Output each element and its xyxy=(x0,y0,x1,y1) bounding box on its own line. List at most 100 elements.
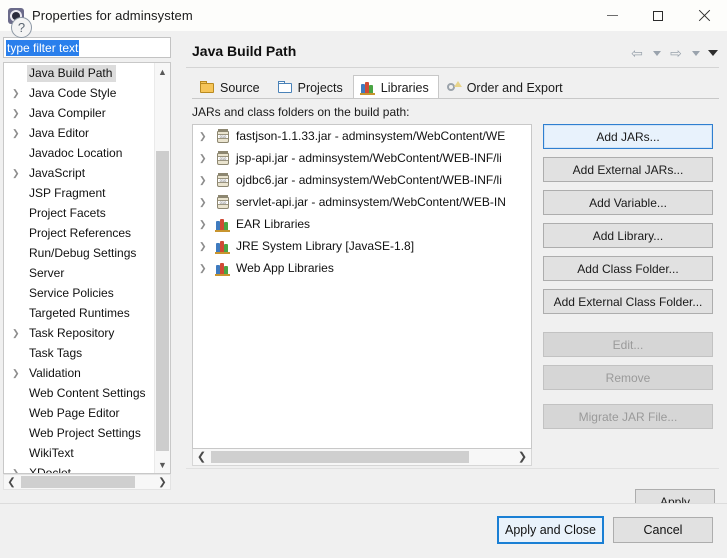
list-item-label: Web App Libraries xyxy=(236,261,334,275)
library-books-icon xyxy=(215,238,231,254)
tab-order-and-export[interactable]: Order and Export xyxy=(439,75,573,99)
panel-menu-chevron-down-icon[interactable] xyxy=(706,44,719,62)
sidebar-item-label: Java Code Style xyxy=(29,85,117,100)
sidebar-horizontal-scrollbar[interactable]: ❮ ❯ xyxy=(3,474,171,490)
chevron-right-icon[interactable]: ❯ xyxy=(199,175,215,186)
chevron-right-icon[interactable]: ❯ xyxy=(12,363,27,383)
sidebar-item-project-facets[interactable]: Project Facets xyxy=(4,203,156,223)
chevron-right-icon[interactable]: ❯ xyxy=(12,463,27,473)
sidebar-item-java-compiler[interactable]: ❯ Java Compiler xyxy=(4,103,156,123)
scroll-left-icon[interactable]: ❮ xyxy=(193,449,210,464)
scrollbar-thumb[interactable] xyxy=(211,451,469,463)
scroll-right-icon[interactable]: ❯ xyxy=(155,475,170,489)
source-folder-icon xyxy=(199,80,215,95)
sidebar-item-java-code-style[interactable]: ❯ Java Code Style xyxy=(4,83,156,103)
scrollbar-thumb[interactable] xyxy=(21,476,135,488)
sidebar-item-label: Validation xyxy=(29,365,81,380)
sidebar-item-server[interactable]: Server xyxy=(4,263,156,283)
chevron-right-icon[interactable]: ❯ xyxy=(199,131,215,142)
entries-horizontal-scrollbar[interactable]: ❮ ❯ xyxy=(192,449,532,466)
list-item[interactable]: ❯ 010 fastjson-1.1.33.jar - adminsystem/… xyxy=(193,125,531,147)
list-item[interactable]: ❯ 010 jsp-api.jar - adminsystem/WebConte… xyxy=(193,147,531,169)
close-button[interactable] xyxy=(681,0,727,31)
chevron-right-icon[interactable]: ❯ xyxy=(199,153,215,164)
sidebar-item-label: Task Repository xyxy=(29,325,115,340)
sidebar-item-task-repository[interactable]: ❯ Task Repository xyxy=(4,323,156,343)
settings-sidebar: type filter text Java Build Path ❯ Java … xyxy=(0,31,178,503)
settings-tree[interactable]: Java Build Path ❯ Java Code Style ❯ Java… xyxy=(3,62,171,474)
add-variable-button[interactable]: Add Variable... xyxy=(543,190,713,215)
list-item[interactable]: ❯ EAR Libraries xyxy=(193,213,531,235)
forward-history-chevron-down-icon[interactable] xyxy=(689,44,702,62)
sidebar-item-java-editor[interactable]: ❯ Java Editor xyxy=(4,123,156,143)
jar-file-icon: 010 xyxy=(215,128,231,144)
library-books-icon xyxy=(215,216,231,232)
list-item[interactable]: ❯ Web App Libraries xyxy=(193,257,531,279)
sidebar-item-javascript[interactable]: ❯ JavaScript xyxy=(4,163,156,183)
chevron-right-icon[interactable]: ❯ xyxy=(12,323,27,343)
sidebar-item-jsp-fragment[interactable]: JSP Fragment xyxy=(4,183,156,203)
minimize-button[interactable] xyxy=(589,0,635,31)
sidebar-item-web-project-settings[interactable]: Web Project Settings xyxy=(4,423,156,443)
sidebar-item-web-content-settings[interactable]: Web Content Settings xyxy=(4,383,156,403)
scroll-up-icon[interactable]: ▲ xyxy=(155,63,170,80)
chevron-right-icon[interactable]: ❯ xyxy=(12,83,27,103)
sidebar-item-label: Project Facets xyxy=(29,205,106,220)
scroll-left-icon[interactable]: ❮ xyxy=(4,475,19,489)
filter-input[interactable]: type filter text xyxy=(3,37,171,58)
maximize-button[interactable] xyxy=(635,0,681,31)
add-external-class-folder-button[interactable]: Add External Class Folder... xyxy=(543,289,713,314)
tab-libraries[interactable]: Libraries xyxy=(352,75,439,99)
list-item[interactable]: ❯ 010 ojdbc6.jar - adminsystem/WebConten… xyxy=(193,169,531,191)
tab-projects[interactable]: Projects xyxy=(270,75,353,99)
arrow-forward-icon[interactable]: ⇨ xyxy=(667,44,685,62)
add-library-button[interactable]: Add Library... xyxy=(543,223,713,248)
panel-navigation: ⇦ ⇨ xyxy=(628,44,719,62)
chevron-right-icon[interactable]: ❯ xyxy=(12,103,27,123)
jar-file-icon: 010 xyxy=(215,194,231,210)
build-path-panel: Java Build Path ⇦ ⇨ Source Projects Libr… xyxy=(178,31,727,515)
sidebar-vertical-scrollbar[interactable]: ▲ ▼ xyxy=(154,63,170,473)
cancel-button[interactable]: Cancel xyxy=(613,517,713,543)
settings-tree-items: Java Build Path ❯ Java Code Style ❯ Java… xyxy=(4,63,156,473)
sidebar-item-java-build-path[interactable]: Java Build Path xyxy=(4,63,156,83)
list-item-label: jsp-api.jar - adminsystem/WebContent/WEB… xyxy=(236,151,502,165)
sidebar-item-label: Web Project Settings xyxy=(29,425,141,440)
sidebar-item-targeted-runtimes[interactable]: Targeted Runtimes xyxy=(4,303,156,323)
scroll-down-icon[interactable]: ▼ xyxy=(155,456,170,473)
chevron-right-icon[interactable]: ❯ xyxy=(12,163,27,183)
list-item[interactable]: ❯ JRE System Library [JavaSE-1.8] xyxy=(193,235,531,257)
chevron-right-icon[interactable]: ❯ xyxy=(199,241,215,252)
build-path-entries-list[interactable]: ❯ 010 fastjson-1.1.33.jar - adminsystem/… xyxy=(192,124,532,449)
jar-file-icon: 010 xyxy=(215,150,231,166)
scrollbar-thumb[interactable] xyxy=(156,151,169,451)
sidebar-item-label: JavaScript xyxy=(29,165,86,180)
back-history-chevron-down-icon[interactable] xyxy=(650,44,663,62)
filter-input-value: type filter text xyxy=(6,39,80,56)
sidebar-item-wikitext[interactable]: WikiText xyxy=(4,443,156,463)
arrow-back-icon[interactable]: ⇦ xyxy=(628,44,646,62)
chevron-right-icon[interactable]: ❯ xyxy=(199,263,215,274)
sidebar-item-validation[interactable]: ❯ Validation xyxy=(4,363,156,383)
sidebar-item-xdoclet[interactable]: ❯ XDoclet xyxy=(4,463,156,474)
sidebar-item-run-debug-settings[interactable]: Run/Debug Settings xyxy=(4,243,156,263)
scroll-right-icon[interactable]: ❯ xyxy=(514,449,531,464)
apply-and-close-button[interactable]: Apply and Close xyxy=(497,516,604,544)
tab-source[interactable]: Source xyxy=(192,75,270,99)
order-export-icon xyxy=(446,80,462,95)
add-class-folder-button[interactable]: Add Class Folder... xyxy=(543,256,713,281)
sidebar-item-project-references[interactable]: Project References xyxy=(4,223,156,243)
sidebar-item-label: Web Page Editor xyxy=(29,405,120,420)
sidebar-item-task-tags[interactable]: Task Tags xyxy=(4,343,156,363)
list-item[interactable]: ❯ 010 servlet-api.jar - adminsystem/WebC… xyxy=(193,191,531,213)
help-question-icon[interactable]: ? xyxy=(11,17,32,38)
chevron-right-icon[interactable]: ❯ xyxy=(199,219,215,230)
sidebar-item-service-policies[interactable]: Service Policies xyxy=(4,283,156,303)
libraries-books-icon xyxy=(359,80,376,95)
sidebar-item-web-page-editor[interactable]: Web Page Editor xyxy=(4,403,156,423)
add-jars-button[interactable]: Add JARs... xyxy=(543,124,713,149)
sidebar-item-javadoc-location[interactable]: Javadoc Location xyxy=(4,143,156,163)
add-external-jars-button[interactable]: Add External JARs... xyxy=(543,157,713,182)
chevron-right-icon[interactable]: ❯ xyxy=(199,197,215,208)
chevron-right-icon[interactable]: ❯ xyxy=(12,123,27,143)
